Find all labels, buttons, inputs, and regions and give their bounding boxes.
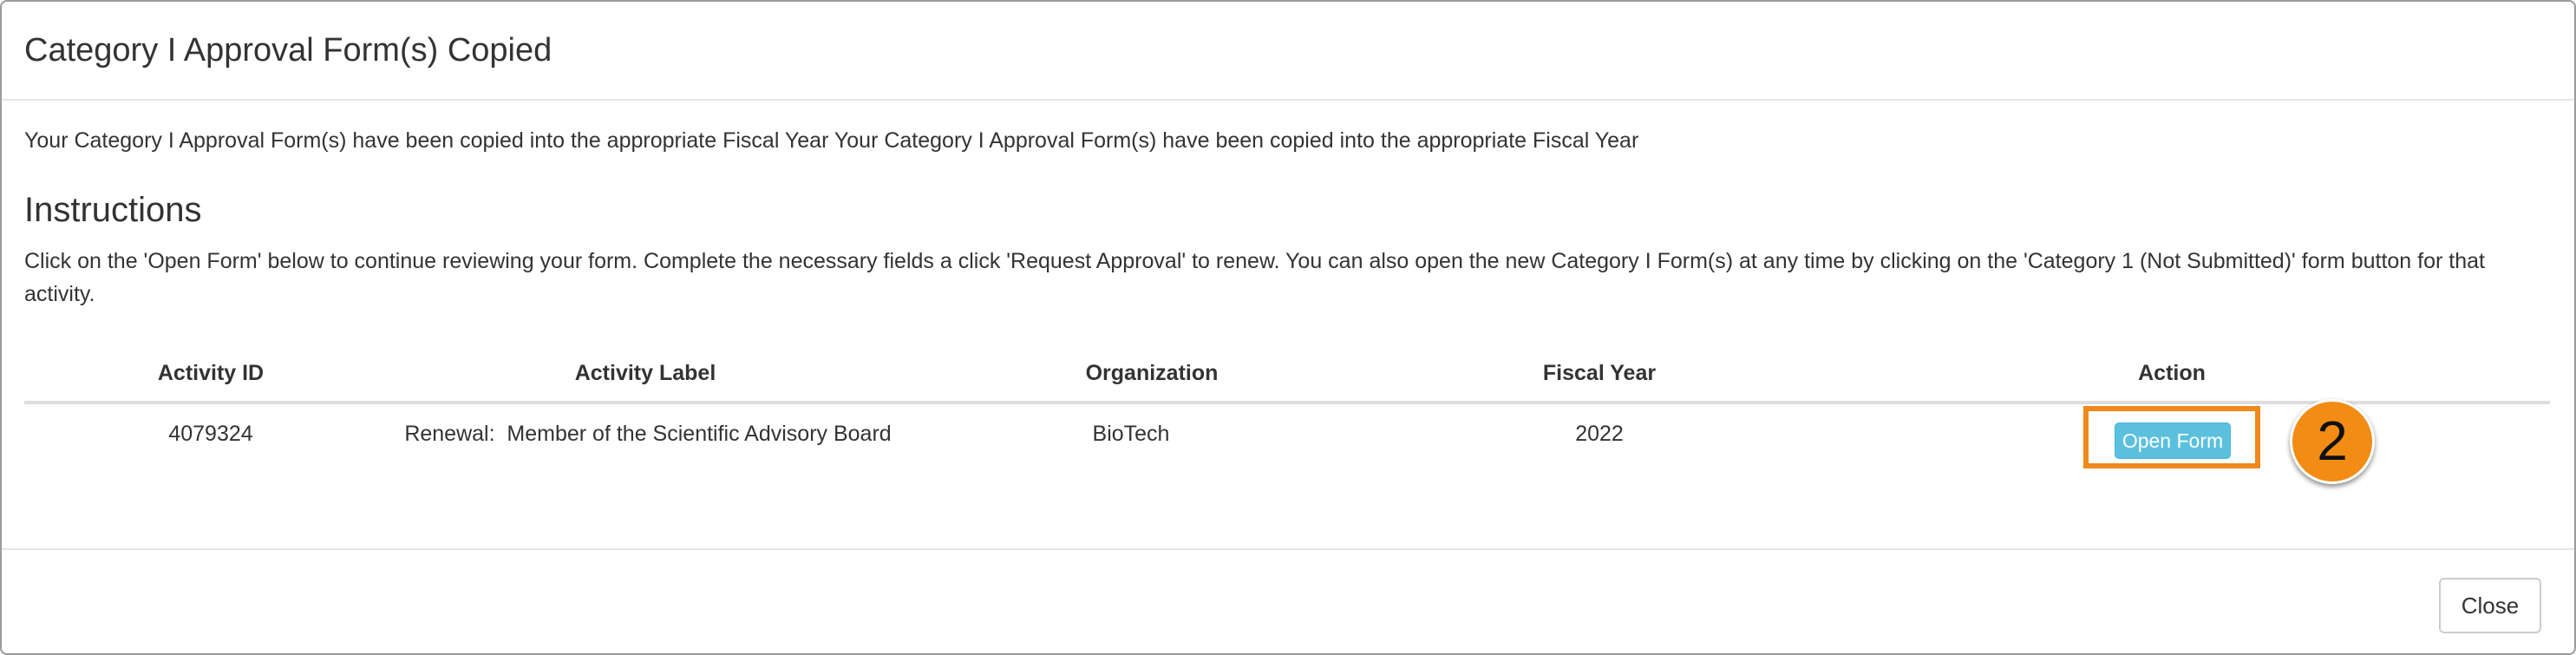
modal-header: Category I Approval Form(s) Copied	[2, 2, 2574, 101]
column-header-organization: Organization	[1085, 361, 1219, 385]
instructions-text: Click on the 'Open Form' below to contin…	[24, 249, 2485, 306]
cell-activity-id: 4079324	[168, 422, 253, 446]
modal-footer: Close	[2, 548, 2574, 653]
step-number-badge: 2	[2290, 399, 2375, 484]
approval-copied-dialog: Category I Approval Form(s) Copied Your …	[0, 0, 2576, 655]
column-header-action: Action	[2138, 361, 2206, 385]
cell-fiscal-year: 2022	[1575, 422, 1624, 446]
column-header-activity-id: Activity ID	[157, 361, 265, 385]
table-header-divider	[24, 401, 2550, 404]
column-header-activity-label: Activity Label	[574, 361, 716, 385]
cell-activity-label: Renewal: Member of the Scientific Adviso…	[404, 422, 892, 446]
intro-message: Your Category I Approval Form(s) have be…	[24, 128, 1639, 153]
modal-title: Category I Approval Form(s) Copied	[24, 32, 552, 69]
open-form-button[interactable]: Open Form	[2115, 422, 2231, 459]
cell-organization: BioTech	[1092, 422, 1170, 446]
close-button[interactable]: Close	[2439, 578, 2541, 633]
column-header-fiscal-year: Fiscal Year	[1542, 361, 1657, 385]
instructions-heading: Instructions	[24, 191, 202, 229]
